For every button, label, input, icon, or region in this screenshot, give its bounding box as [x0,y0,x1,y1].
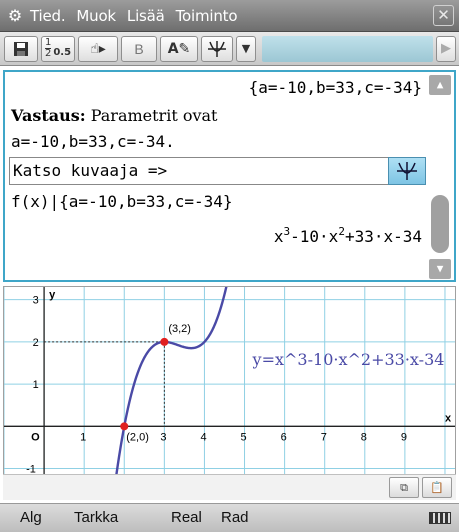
toolbar-scroll-right-button[interactable]: ▶ [436,35,456,62]
y-tick-3: 3 [33,295,39,307]
menu-item-file[interactable]: Tied. [30,7,66,25]
parameter-output-line: {a=-10,b=33,c=-34} [248,78,422,97]
equation-label: y=x^3-10·x^2+33·x-34 [252,350,445,369]
toolbar-dropdown-button[interactable]: ▼ [236,35,256,62]
x-tick-7: 7 [321,431,327,443]
result-part-x2-term: -10·x [290,227,339,246]
text-edit-button[interactable]: A✎ [160,35,198,62]
graph-link-button[interactable] [388,157,426,185]
main-scrollbar[interactable]: ▲ ▼ [429,75,451,279]
x-tick-5: 5 [241,431,247,443]
graph-toolbar: ⧉ 📋 [3,474,456,500]
main-application-panel[interactable]: {a=-10,b=33,c=-34} Vastaus: Parametrit o… [3,70,456,282]
x-tick-8: 8 [361,431,367,443]
graph-text-field[interactable]: Katso kuvaaja => [9,157,389,185]
y-tick-2: 2 [33,337,39,349]
result-part-rest: +33·x-34 [344,227,422,246]
fraction-decimal-icon: 1 2 0.5 [44,38,72,59]
status-bar: Alg Tarkka Real Rad [0,503,459,532]
text-edit-icon: A✎ [167,40,191,57]
bold-button[interactable]: B [121,35,157,62]
answer-label: Vastaus: [11,106,86,125]
chevron-up-icon: ▲ [436,78,444,91]
graph-button[interactable] [201,35,233,62]
status-algebra-mode[interactable]: Alg [20,509,42,526]
save-icon [14,41,28,56]
chevron-down-icon: ▼ [436,262,444,275]
dropdown-icon: ▼ [241,42,251,55]
point-label-2-0: (2,0) [126,431,149,443]
x-tick-3: 3 [160,431,166,443]
x-tick-9: 9 [401,431,407,443]
result-exponent-2: 2 [338,225,345,238]
status-angle-mode[interactable]: Rad [221,509,249,526]
hand-pointer-icon: ☝▸ [90,40,106,57]
gear-icon[interactable]: ⚙ [0,6,30,25]
save-button[interactable] [4,35,38,62]
menu-bar: ⚙ Tied. Muok Lisää Toiminto ✕ [0,0,459,32]
bold-icon: B [134,40,144,57]
scrollbar-thumb[interactable] [431,195,449,253]
result-expression: x3-10·x2+33·x-34 [274,225,422,246]
point-2-0[interactable] [120,422,129,431]
tick-labels: 1 3 4 5 6 7 8 9 3 2 1 -1 O x y [26,289,452,476]
paste-icon: 📋 [430,481,444,494]
point-label-3-2: (3,2) [168,323,191,335]
graph-icon [208,40,226,57]
close-icon[interactable]: ✕ [433,5,454,26]
y-tick-1: 1 [33,379,39,391]
x-tick-1: 1 [80,431,86,443]
hand-pointer-button[interactable]: ☝▸ [78,35,118,62]
paste-button[interactable]: 📋 [422,477,452,498]
toolbar: 1 2 0.5 ☝▸ B A✎ ▼ ▶ [0,32,459,66]
toolbar-filler [262,35,433,62]
menu-item-insert[interactable]: Lisää [127,7,165,25]
graph-panel[interactable]: 1 3 4 5 6 7 8 9 3 2 1 -1 O x y (3,2) (2,… [3,286,456,500]
parameter-values-line: a=-10,b=33,c=-34. [11,132,175,151]
graph-plot[interactable]: 1 3 4 5 6 7 8 9 3 2 1 -1 O x y (3,2) (2,… [4,287,456,477]
function-substitution-line: f(x)|{a=-10,b=33,c=-34} [11,192,233,211]
answer-line: Vastaus: Parametrit ovat [11,106,217,125]
origin-label: O [31,431,40,443]
y-axis-label: y [49,289,56,301]
battery-icon [429,512,451,524]
menu-item-action[interactable]: Toiminto [176,7,238,25]
axes [4,287,455,477]
x-tick-4: 4 [200,431,206,443]
fraction-decimal-button[interactable]: 1 2 0.5 [41,35,75,62]
graph-icon [397,162,417,180]
x-tick-6: 6 [281,431,287,443]
copy-icon: ⧉ [400,481,408,494]
decimal-label: 0.5 [53,46,72,58]
menu-item-edit[interactable]: Muok [76,7,116,25]
point-3-2[interactable] [160,337,169,346]
scroll-up-button[interactable]: ▲ [429,75,451,95]
x-axis-label: x [445,412,452,424]
fraction-bottom: 2 [44,48,52,59]
result-part-x: x [273,227,284,246]
grid-lines [4,287,455,477]
copy-button[interactable]: ⧉ [389,477,419,498]
scroll-down-button[interactable]: ▼ [429,259,451,279]
status-number-mode[interactable]: Real [171,509,202,526]
status-precision-mode[interactable]: Tarkka [74,509,118,526]
function-curve[interactable] [115,287,230,476]
answer-text: Parametrit ovat [85,106,218,125]
chevron-right-icon: ▶ [441,41,451,56]
